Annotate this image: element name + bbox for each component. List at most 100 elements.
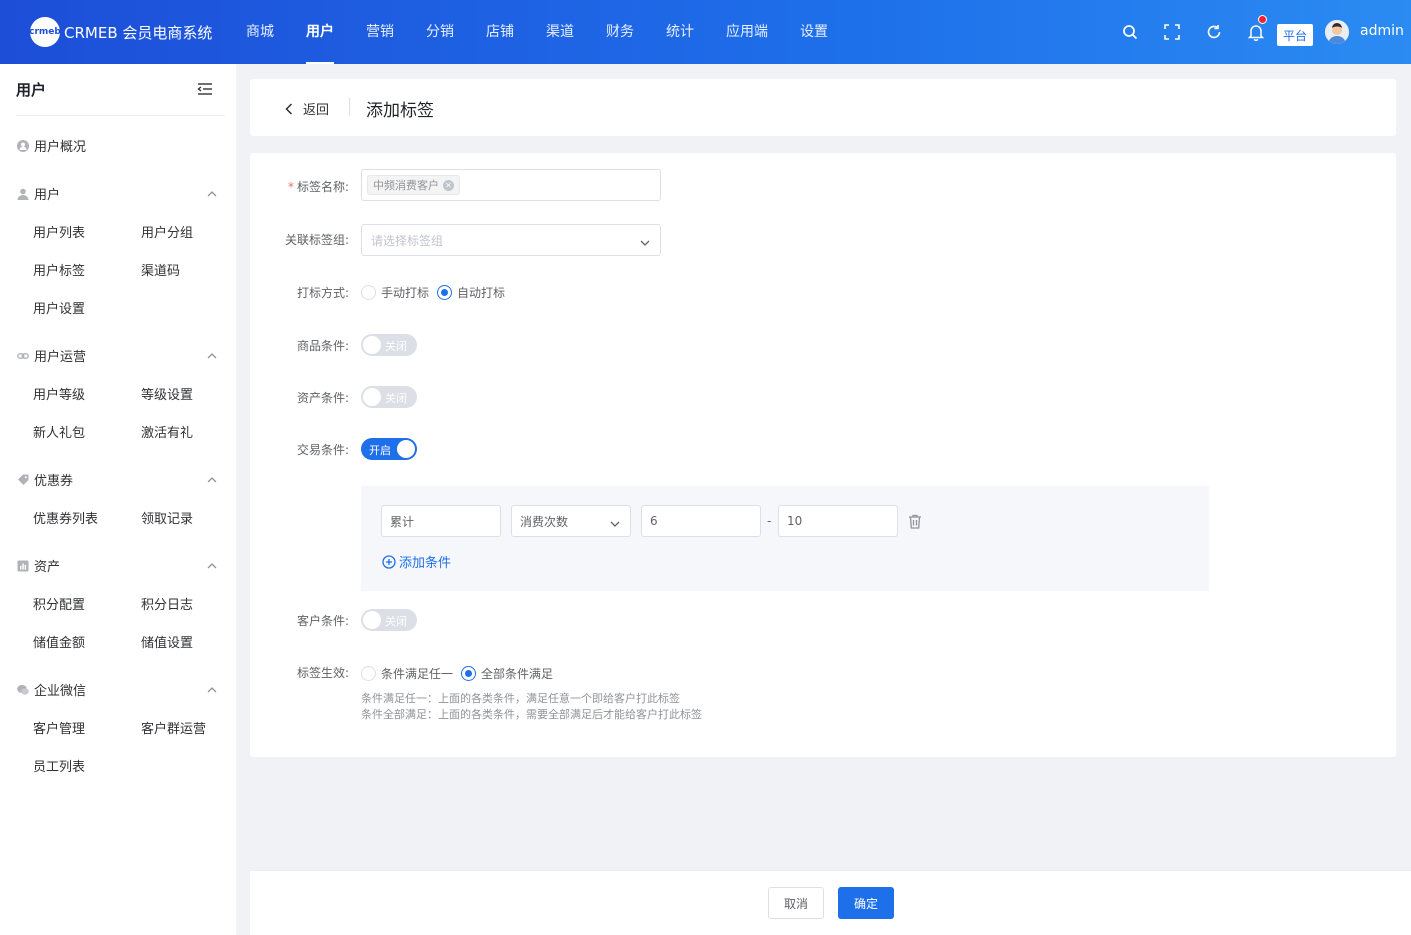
sidebar-item-user-group[interactable]: 用户分组 [141,222,193,241]
metric-select[interactable]: 消费次数 [511,505,631,537]
top-nav-item-marketing[interactable]: 营销 [350,0,410,64]
confirm-button[interactable]: 确定 [838,887,894,919]
collapse-menu-icon[interactable] [197,82,213,100]
sidebar-item-user-settings[interactable]: 用户设置 [33,298,85,317]
radio-auto-mark-label[interactable]: 自动打标 [457,284,505,301]
sidebar-item-stored-settings[interactable]: 储值设置 [141,632,193,651]
tag-name-input[interactable]: 中频消费客户 ✕ [361,169,661,201]
sidebar-group-label: 企业微信 [34,684,87,699]
avatar[interactable] [1325,20,1349,44]
bell-icon[interactable] [1244,15,1268,44]
page-title: 添加标签 [366,101,434,121]
sidebar-item-overview[interactable]: 用户概况 [17,136,222,155]
switch-knob [363,336,381,354]
trash-icon[interactable] [908,514,922,533]
username[interactable]: admin [1360,23,1404,39]
sidebar-group-operations[interactable]: 用户运营 [17,346,222,365]
min-value-input[interactable]: 6 [641,505,761,537]
app-name: CRMEB 会员电商系统 [64,23,213,42]
sidebar-item-customer-management[interactable]: 客户管理 [33,718,85,737]
sidebar-item-user-level[interactable]: 用户等级 [33,384,85,403]
top-nav-item-channel[interactable]: 渠道 [530,0,590,64]
logo[interactable]: crmeb CRMEB 会员电商系统 [29,17,213,47]
header-divider [349,98,350,116]
close-icon[interactable]: ✕ [443,179,454,191]
sidebar-item-staff-list[interactable]: 员工列表 [33,756,85,775]
tag-form: * 标签名称: 中频消费客户 ✕ 关联标签组: 请选择标签组 打标方式: 手动打标… [250,153,1396,757]
goods-condition-switch[interactable]: 关闭 [361,334,417,356]
related-group-select[interactable]: 请选择标签组 [361,224,661,256]
sidebar-group-label: 用户运营 [34,350,87,365]
mark-method-radio-group: 手动打标 自动打标 [361,284,513,301]
min-value: 6 [650,514,658,528]
back-button[interactable]: 返回 [285,99,329,118]
sidebar-group-wecom[interactable]: 企业微信 [17,680,222,699]
chevron-up-icon [207,348,217,363]
scope-input[interactable]: 累计 [381,505,501,537]
sidebar-group-label: 优惠券 [34,474,74,489]
sidebar-group-user[interactable]: 用户 [17,184,222,203]
sidebar-item-user-list[interactable]: 用户列表 [33,222,85,241]
trade-condition-label: 交易条件: [296,443,349,457]
top-nav-item-mall[interactable]: 商城 [230,0,290,64]
max-value-input[interactable]: 10 [778,505,898,537]
trade-condition-switch[interactable]: 开启 [361,438,417,460]
top-nav-item-store[interactable]: 店铺 [470,0,530,64]
metric-value: 消费次数 [520,514,569,529]
asset-condition-switch[interactable]: 关闭 [361,386,417,408]
sidebar-group-assets[interactable]: 资产 [17,556,222,575]
back-label: 返回 [303,103,330,118]
chevron-left-icon [285,102,293,115]
sidebar-item-customer-group-ops[interactable]: 客户群运营 [141,718,206,737]
radio-effect-any[interactable] [361,666,376,681]
switch-text: 关闭 [385,392,407,405]
radio-effect-all-label[interactable]: 全部条件满足 [481,665,553,682]
customer-condition-switch[interactable]: 关闭 [361,609,417,631]
cancel-button[interactable]: 取消 [768,887,824,919]
switch-knob [363,388,381,406]
top-nav-item-distribution[interactable]: 分销 [410,0,470,64]
radio-manual-mark[interactable] [361,285,376,300]
top-nav-item-statistics[interactable]: 统计 [650,0,710,64]
sidebar-item-level-settings[interactable]: 等级设置 [141,384,193,403]
sidebar-item-points-config[interactable]: 积分配置 [33,594,85,613]
sidebar-item-coupon-list[interactable]: 优惠券列表 [33,508,98,527]
top-nav-item-settings[interactable]: 设置 [784,0,844,64]
sidebar-item-user-tags[interactable]: 用户标签 [33,260,85,279]
sidebar-group-coupon[interactable]: 优惠券 [17,470,222,489]
chevron-up-icon [207,472,217,487]
form-footer: 取消 确定 [250,870,1411,935]
sidebar-item-newcomer-gift[interactable]: 新人礼包 [33,422,85,441]
add-condition-button[interactable]: 添加条件 [382,552,451,571]
assets-icon [17,560,29,572]
sidebar-item-activation-gift[interactable]: 激活有礼 [141,422,193,441]
top-nav-item-user[interactable]: 用户 [290,0,350,64]
switch-knob [397,440,415,458]
sidebar-item-claim-records[interactable]: 领取记录 [141,508,193,527]
sidebar-item-channel-code[interactable]: 渠道码 [141,260,180,279]
top-nav-item-finance[interactable]: 财务 [590,0,650,64]
radio-manual-mark-label[interactable]: 手动打标 [381,284,429,301]
platform-tag[interactable]: 平台 [1277,24,1313,46]
fullscreen-icon[interactable] [1160,20,1184,44]
top-bar: crmeb CRMEB 会员电商系统 商城 用户 营销 分销 店铺 渠道 财务 … [0,0,1411,64]
scope-value: 累计 [390,514,415,529]
radio-effect-any-label[interactable]: 条件满足任一 [381,665,453,682]
hint-any: 条件满足任一：上面的各类条件，满足任意一个即给客户打此标签 [361,692,680,705]
notification-dot [1258,15,1267,24]
tag-chip: 中频消费客户 ✕ [367,175,460,195]
chevron-up-icon [207,682,217,697]
switch-knob [363,611,381,629]
chevron-down-icon [640,235,650,249]
tag-chip-label: 中频消费客户 [373,179,439,192]
range-separator: - [767,514,772,528]
top-nav-item-apps[interactable]: 应用端 [710,0,784,64]
sidebar-item-points-log[interactable]: 积分日志 [141,594,193,613]
sidebar-item-stored-amount[interactable]: 储值金额 [33,632,85,651]
tag-name-label: * 标签名称: [287,180,349,194]
radio-effect-all[interactable] [461,666,477,681]
radio-auto-mark[interactable] [437,285,453,300]
search-icon[interactable] [1118,20,1142,44]
coupon-icon [17,474,29,486]
refresh-icon[interactable] [1202,20,1226,44]
